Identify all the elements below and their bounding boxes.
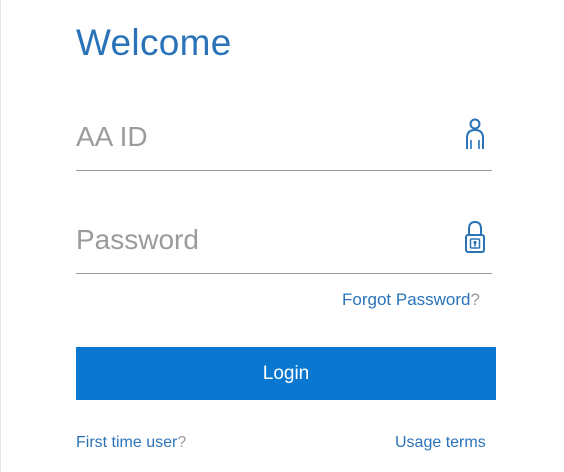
- password-field[interactable]: [76, 220, 492, 274]
- forgot-password-label: Forgot Password: [342, 290, 471, 309]
- user-icon: [466, 118, 484, 149]
- password-input[interactable]: [76, 223, 446, 257]
- first-time-help-mark: ?: [177, 434, 187, 451]
- lock-icon: [465, 220, 485, 253]
- usage-terms-link[interactable]: Usage terms: [395, 433, 486, 453]
- page-title: Welcome: [76, 22, 232, 63]
- aa-id-input[interactable]: [76, 120, 446, 154]
- first-time-user-link[interactable]: First time user?: [76, 433, 186, 453]
- forgot-password-link[interactable]: Forgot Password?: [342, 290, 480, 310]
- aa-id-field[interactable]: [76, 118, 492, 171]
- login-button[interactable]: Login: [76, 347, 496, 400]
- first-time-user-label: First time user: [76, 434, 178, 451]
- forgot-help-mark: ?: [470, 290, 480, 309]
- left-divider: [0, 0, 1, 472]
